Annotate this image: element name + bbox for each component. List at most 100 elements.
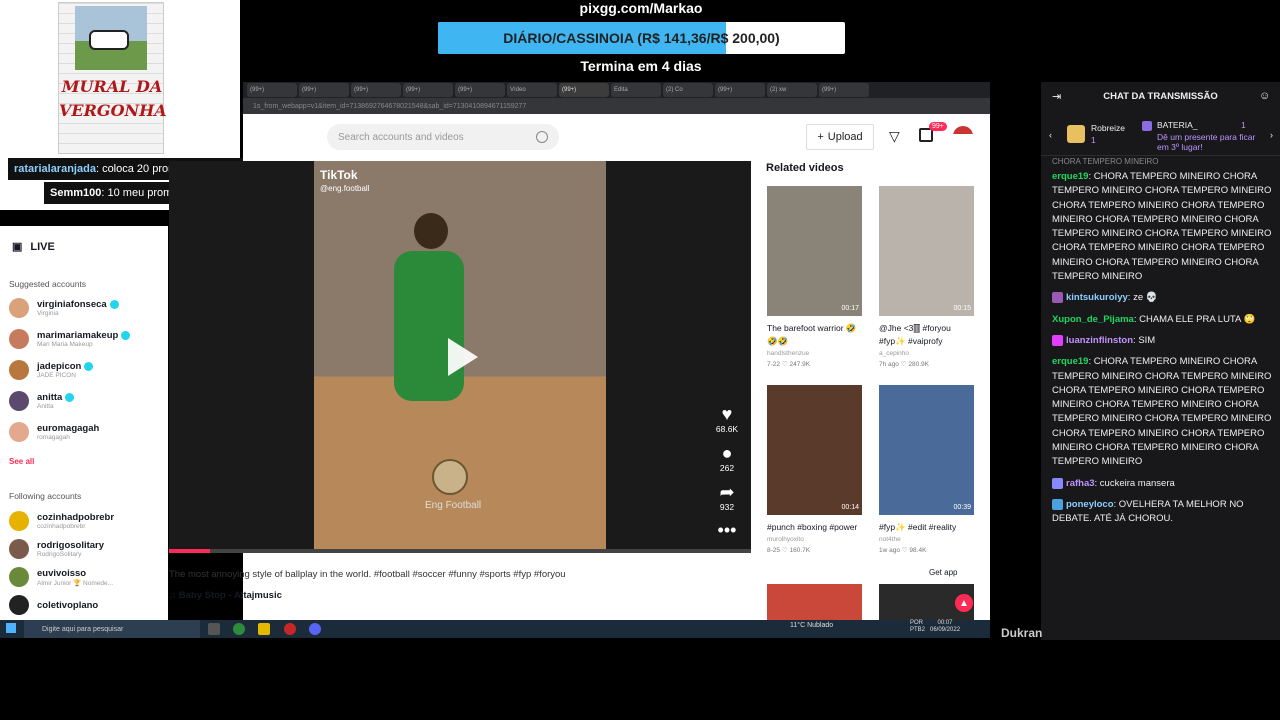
- video-thumbnail[interactable]: 00:39: [879, 385, 974, 515]
- related-video-card[interactable]: 00:39 #fyp✨ #edit #reality not4the 1w ago ♡…: [879, 385, 974, 554]
- browser-tab[interactable]: (2) xw: [767, 83, 817, 97]
- browser-tab[interactable]: (99+): [819, 83, 869, 97]
- browser-tab[interactable]: (99+): [559, 83, 609, 97]
- tiktok-watermark: TikTok: [320, 168, 358, 182]
- cow-shape: [89, 30, 129, 50]
- chat-username[interactable]: rafha3: [1066, 478, 1095, 489]
- taskbar-search[interactable]: Digite aqui para pesquisar: [24, 620, 200, 638]
- windows-start-icon[interactable]: [6, 623, 16, 633]
- video-overlay-text: Eng Football: [425, 500, 482, 511]
- chat-message: Xupon_de_Pijama: CHAMA ELE PRA LUTA 🙄: [1052, 313, 1256, 325]
- chat-text: cuckeira mansera: [1099, 477, 1175, 489]
- chat-username[interactable]: kintsukuroiyy: [1066, 292, 1128, 303]
- related-video-card[interactable]: 00:17 The barefoot warrior 🤣🤣🤣 handlsthenz…: [767, 186, 862, 368]
- browser-tab[interactable]: Edita: [611, 83, 661, 97]
- nav-live[interactable]: ▣ LIVE: [12, 240, 55, 254]
- related-video-card[interactable]: 00:15 @Jhe <3🀫 #foryou #fyp✨ #vaiprofy a_c…: [879, 186, 974, 368]
- browser-tab[interactable]: (99+): [455, 83, 505, 97]
- upload-button[interactable]: + Upload: [806, 124, 874, 150]
- heart-icon: ♥: [721, 404, 733, 424]
- player-figure: [394, 251, 464, 401]
- file-explorer-icon[interactable]: [258, 623, 270, 635]
- browser-tab[interactable]: (2) Co: [663, 83, 713, 97]
- browser-tab[interactable]: (99+): [715, 83, 765, 97]
- chat-text: CHORA TEMPERO MINEIRO CHORA TEMPERO MINE…: [1052, 356, 1272, 468]
- task-view-icon[interactable]: [208, 623, 220, 635]
- like-button[interactable]: ♥ 68.6K: [710, 404, 744, 434]
- chat-text: SIM: [1138, 334, 1156, 346]
- video-thumbnail[interactable]: 00:15: [879, 186, 974, 316]
- chat-badge-icon: [1052, 477, 1063, 489]
- suggested-account[interactable]: anitta Anitta: [9, 391, 75, 411]
- music-link[interactable]: ♫ Baby Stop - Altajmusic: [169, 590, 282, 601]
- chat-badge-icon: [1052, 498, 1063, 510]
- browser-tab[interactable]: (99+): [299, 83, 349, 97]
- play-icon[interactable]: [448, 338, 478, 376]
- search-icon[interactable]: [536, 131, 548, 143]
- taskbar-language[interactable]: POR PTB2: [910, 620, 925, 634]
- account-text: anitta Anitta: [37, 392, 75, 410]
- browser-tab[interactable]: (99+): [247, 83, 297, 97]
- following-account[interactable]: euvivoisso Almir Junior 🏆 Nomede...: [9, 567, 113, 587]
- chat-username[interactable]: poneyloco: [1066, 499, 1114, 510]
- discord-icon[interactable]: [309, 623, 321, 635]
- chevron-left-icon[interactable]: ‹: [1049, 130, 1052, 140]
- chrome-icon[interactable]: [233, 623, 245, 635]
- send-icon[interactable]: ▽: [889, 128, 900, 145]
- more-icon: •••: [717, 520, 737, 540]
- chat-message: rafha3: cuckeira mansera: [1052, 477, 1274, 491]
- video-author[interactable]: a_cepinho: [879, 350, 974, 357]
- chat-username[interactable]: Xupon_de_Pijama: [1052, 314, 1134, 325]
- video-meta: 1w ago ♡ 98.4K: [879, 547, 927, 554]
- suggested-account[interactable]: euromagagah romagagah: [9, 422, 99, 442]
- taskbar-clock[interactable]: 00:07 06/09/2022: [930, 620, 960, 634]
- video-thumbnail[interactable]: [767, 584, 862, 620]
- video-author[interactable]: murolhyoxito: [767, 536, 862, 543]
- taskbar-weather[interactable]: 11°C Nublado: [790, 622, 833, 629]
- following-account[interactable]: cozinhadpobrebr cozinhadpobrebr: [9, 511, 114, 531]
- account-subtitle: JADE PICON: [37, 372, 77, 379]
- video-author[interactable]: not4the: [879, 536, 974, 543]
- share-button[interactable]: ➦ 932: [710, 482, 744, 512]
- live-label: LIVE: [30, 240, 55, 253]
- related-video-card[interactable]: [767, 584, 862, 620]
- video-duration: 00:39: [953, 504, 971, 511]
- video-meta: 7h ago ♡ 280.9K: [879, 361, 929, 368]
- comment-button[interactable]: ● 262: [710, 443, 744, 473]
- suggested-account[interactable]: marimariamakeup Mari Maria Makeup: [9, 329, 131, 349]
- following-account[interactable]: rodrigosolitary RodrigoSolitary: [9, 539, 104, 559]
- see-all-link[interactable]: See all: [9, 457, 34, 466]
- following-account[interactable]: coletivoplano: [9, 595, 98, 615]
- chat-username[interactable]: luanzinflinston: [1066, 335, 1133, 346]
- browser-tab[interactable]: Vídeo: [507, 83, 557, 97]
- obs-icon[interactable]: [284, 623, 296, 635]
- video-title[interactable]: The barefoot warrior 🤣🤣🤣: [767, 322, 862, 348]
- avatar: [9, 391, 29, 411]
- scroll-top-button[interactable]: ▲: [955, 594, 973, 612]
- account-subtitle: cozinhadpobrebr: [37, 523, 86, 530]
- video-title[interactable]: #punch #boxing #power: [767, 521, 862, 534]
- browser-tab[interactable]: (99+): [351, 83, 401, 97]
- chat-username[interactable]: erque19: [1052, 171, 1088, 182]
- mural-title: MURAL DA VERGONHA: [59, 77, 167, 120]
- account-name: anitta: [37, 392, 75, 403]
- address-bar[interactable]: 1s_from_webapp=v1&item_id=71386927646780…: [243, 98, 990, 114]
- more-button[interactable]: •••: [710, 520, 744, 540]
- get-app-link[interactable]: Get app: [929, 568, 957, 577]
- video-title[interactable]: @Jhe <3🀫 #foryou #fyp✨ #vaiprofy: [879, 322, 974, 348]
- chevron-right-icon[interactable]: ›: [1270, 130, 1273, 140]
- video-progress-bar[interactable]: [169, 549, 751, 553]
- search-input[interactable]: Search accounts and videos: [327, 124, 559, 150]
- video-author[interactable]: handlsthenzue: [767, 350, 862, 357]
- chat-username[interactable]: erque19: [1052, 356, 1088, 367]
- video-title[interactable]: #fyp✨ #edit #reality: [879, 521, 974, 534]
- suggested-account[interactable]: jadepicon JADE PICON: [9, 360, 94, 380]
- profile-avatar[interactable]: [953, 126, 973, 146]
- users-icon[interactable]: ☺: [1259, 90, 1270, 102]
- browser-tab[interactable]: (99+): [403, 83, 453, 97]
- video-thumbnail[interactable]: 00:17: [767, 186, 862, 316]
- related-video-card[interactable]: 00:14 #punch #boxing #power murolhyoxito 8-…: [767, 385, 862, 554]
- suggested-account[interactable]: virginiafonseca Virginia: [9, 298, 119, 318]
- gift-icon: [1067, 125, 1085, 143]
- video-thumbnail[interactable]: 00:14: [767, 385, 862, 515]
